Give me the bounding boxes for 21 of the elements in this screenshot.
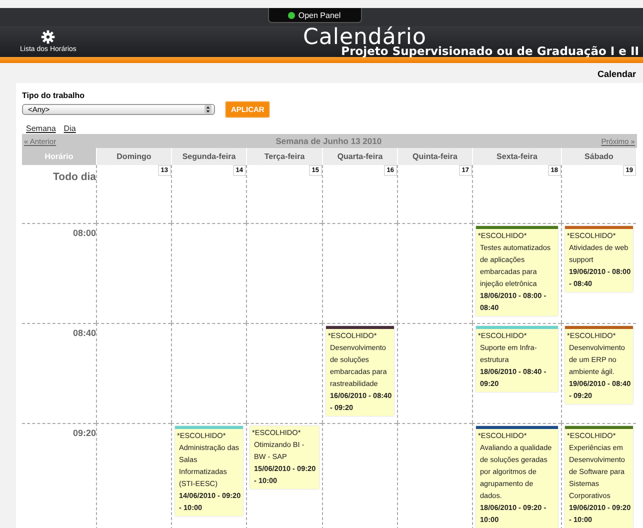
day-header: Segunda-feira <box>171 148 246 165</box>
all-day-label: Todo dia <box>52 170 96 185</box>
view-link[interactable]: Dia <box>64 124 76 133</box>
time-label: 08:00 <box>72 228 96 238</box>
breadcrumb: Calendar <box>597 69 636 79</box>
open-panel-button[interactable]: Open Panel <box>268 8 362 23</box>
page-subtitle: Projeto Supervisionado ou de Graduação I e II <box>341 46 639 57</box>
view-link[interactable]: Semana <box>26 124 56 133</box>
day-header: Quinta-feira <box>397 148 472 165</box>
plus-icon <box>288 12 296 18</box>
gear-icon <box>41 30 56 44</box>
time-label: 08:40 <box>72 328 96 338</box>
day-header: Terça-feira <box>246 148 322 165</box>
time-label: 09:20 <box>72 428 96 438</box>
day-header: Quarta-feira <box>322 148 397 165</box>
stepper-icon <box>204 105 212 114</box>
day-header: Sexta-feira <box>472 148 561 165</box>
day-header: Domingo <box>96 148 171 165</box>
week-title: Semana de Junho 13 2010 <box>276 136 382 146</box>
filter-label: Tipo do trabalho <box>22 91 86 100</box>
day-header: Sábado <box>561 148 636 165</box>
